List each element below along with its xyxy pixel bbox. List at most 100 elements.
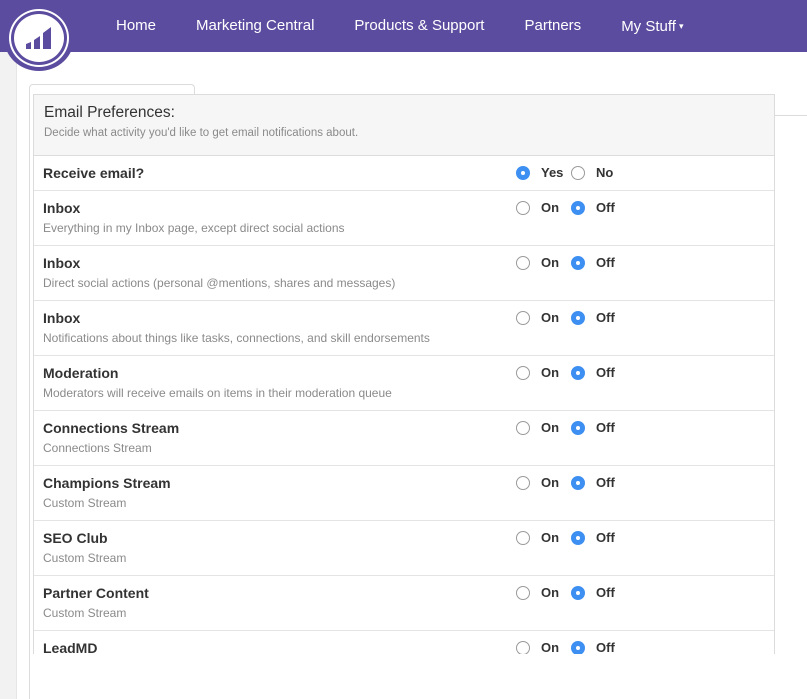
panel-subtitle: Decide what activity you'd like to get e… [44,127,359,139]
preference-title: Champions Stream [43,475,171,491]
radio-button[interactable] [516,530,530,545]
panel-title: Email Preferences: [44,104,175,121]
radio-label: Off [596,255,615,270]
radio-button[interactable] [516,420,530,435]
logo[interactable] [4,5,74,71]
radio-button[interactable] [516,475,530,490]
preference-description: Custom Stream [43,606,127,620]
preference-row: Receive email? Yes No [34,156,774,191]
preference-row: LeadMD On Off [34,631,774,654]
radio-label: No [596,165,614,180]
nav-partners[interactable]: Partners [504,0,601,52]
radio-label: On [541,640,560,654]
preference-description: Custom Stream [43,496,127,510]
radio-label: On [541,365,560,380]
preference-title: Connections Stream [43,420,180,436]
preference-row: Inbox Everything in my Inbox page, except… [34,191,774,246]
preference-row: Connections Stream Connections Stream On Of… [34,411,774,466]
preference-title: Partner Content [43,585,149,601]
radio-option-off[interactable]: Off [571,475,615,490]
preference-title: Receive email? [43,165,145,181]
preference-title: Inbox [43,255,81,271]
panel-header: Email Preferences: Decide what activity … [34,95,774,156]
radio-button[interactable] [516,200,530,215]
preference-row: Inbox Notifications about things like tas… [34,301,774,356]
preference-title: Inbox [43,200,81,216]
radio-option-off[interactable]: Off [571,310,615,325]
preference-row: Champions Stream Custom Stream On Off [34,466,774,521]
preference-description: Connections Stream [43,441,152,455]
radio-label: On [541,475,560,490]
radio-option-no[interactable]: No [571,165,613,180]
radio-button[interactable] [571,310,585,325]
radio-label: Off [596,200,615,215]
radio-label: Off [596,530,615,545]
radio-button[interactable] [516,640,530,654]
radio-option-on[interactable]: On [516,365,559,380]
radio-button[interactable] [516,255,530,270]
radio-option-on[interactable]: On [516,530,559,545]
radio-button[interactable] [516,585,530,600]
preference-description: Notifications about things like tasks, c… [43,331,430,345]
preference-row: Moderation Moderators will receive emails… [34,356,774,411]
nav-my-stuff-label: My Stuff [621,18,676,35]
radio-option-off[interactable]: Off [571,365,615,380]
radio-label: On [541,530,560,545]
radio-option-off[interactable]: Off [571,255,615,270]
radio-label: Yes [541,165,564,180]
top-navbar: Home Marketing Central Products & Suppor… [0,0,807,52]
marketo-logo-icon [11,11,67,65]
radio-option-on[interactable]: On [516,585,559,600]
radio-option-off[interactable]: Off [571,640,615,654]
radio-button[interactable] [516,365,530,380]
radio-button[interactable] [571,365,585,380]
radio-button[interactable] [571,165,585,180]
preference-row: Inbox Direct social actions (personal @me… [34,246,774,301]
radio-button[interactable] [571,420,585,435]
radio-option-off[interactable]: Off [571,200,615,215]
radio-label: Off [596,475,615,490]
preference-description: Everything in my Inbox page, except dire… [43,221,345,235]
radio-option-off[interactable]: Off [571,420,615,435]
radio-label: Off [596,420,615,435]
radio-label: Off [596,640,615,654]
radio-button[interactable] [571,640,585,654]
radio-label: Off [596,585,615,600]
nav-home[interactable]: Home [96,0,176,52]
preference-title: Inbox [43,310,81,326]
caret-down-icon: ▾ [678,21,684,31]
radio-option-yes[interactable]: Yes [516,165,563,180]
radio-button[interactable] [516,310,530,325]
nav-menu: Home Marketing Central Products & Suppor… [96,0,703,52]
preference-description: Custom Stream [43,551,127,565]
radio-button[interactable] [571,585,585,600]
radio-button[interactable] [571,475,585,490]
radio-label: Off [596,310,615,325]
radio-option-off[interactable]: Off [571,530,615,545]
radio-option-on[interactable]: On [516,475,559,490]
email-preferences-panel: Email Preferences: Decide what activity … [33,94,775,654]
radio-option-on[interactable]: On [516,310,559,325]
nav-products-support[interactable]: Products & Support [334,0,504,52]
radio-button[interactable] [571,530,585,545]
preference-title: SEO Club [43,530,108,546]
radio-label: On [541,200,560,215]
nav-my-stuff[interactable]: My Stuff ▾ [601,0,703,52]
radio-option-on[interactable]: On [516,200,559,215]
preference-row: SEO Club Custom Stream On Off [34,521,774,576]
radio-label: On [541,310,560,325]
radio-option-off[interactable]: Off [571,585,615,600]
radio-button[interactable] [571,255,585,270]
radio-label: Off [596,365,615,380]
radio-button[interactable] [516,165,530,180]
radio-label: On [541,255,560,270]
preference-description: Moderators will receive emails on items … [43,386,392,400]
radio-label: On [541,420,560,435]
radio-option-on[interactable]: On [516,255,559,270]
preference-title: LeadMD [43,640,98,654]
left-gutter [0,52,17,699]
radio-button[interactable] [571,200,585,215]
nav-marketing-central[interactable]: Marketing Central [176,0,334,52]
radio-option-on[interactable]: On [516,640,559,654]
radio-option-on[interactable]: On [516,420,559,435]
